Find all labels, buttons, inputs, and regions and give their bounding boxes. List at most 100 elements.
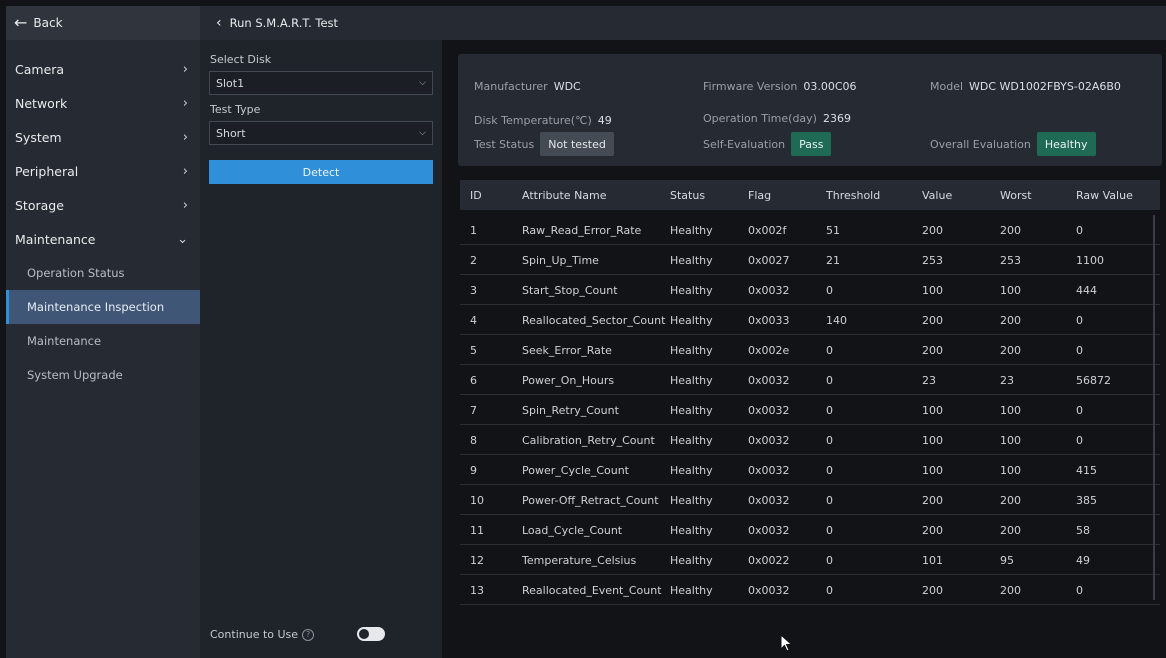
- cell-id: 10: [470, 493, 484, 507]
- sidebar-subitem-label: Maintenance Inspection: [27, 300, 165, 314]
- sidebar-subitem-maintenance-inspection[interactable]: Maintenance Inspection: [6, 290, 200, 324]
- table-row: 4 Reallocated_Sector_Count Healthy 0x0033 14…: [460, 305, 1160, 335]
- back-button[interactable]: ← Back: [6, 6, 200, 40]
- column-header-status: Status: [670, 188, 706, 202]
- cell-value: 100: [922, 463, 943, 477]
- cell-worst: 253: [1000, 253, 1021, 267]
- test-controls-panel: Select Disk Slot1 ⌵ Test Type Short ⌵ De…: [200, 40, 442, 658]
- cell-id: 2: [470, 253, 477, 267]
- cell-raw-value: 444: [1076, 283, 1097, 297]
- column-header-raw-value: Raw Value: [1076, 188, 1133, 202]
- smart-results-area: Manufacturer WDC Firmware Version 03.00C…: [442, 40, 1166, 658]
- cell-threshold: 0: [826, 373, 833, 387]
- cell-id: 6: [470, 373, 477, 387]
- test-type-dropdown[interactable]: Short ⌵: [209, 121, 433, 145]
- cell-threshold: 0: [826, 283, 833, 297]
- cell-worst: 200: [1000, 223, 1021, 237]
- cell-id: 9: [470, 463, 477, 477]
- sidebar-item-network[interactable]: Network ›: [6, 86, 200, 120]
- cell-status: Healthy: [670, 223, 713, 237]
- model-value: WDC WD1002FBYS-02A6B0: [969, 80, 1121, 93]
- model-key: Model: [930, 80, 964, 93]
- sidebar-subitem-operation-status[interactable]: Operation Status: [6, 256, 200, 290]
- toggle-knob: [359, 629, 369, 639]
- cell-raw-value: 58: [1076, 523, 1090, 537]
- cell-status: Healthy: [670, 343, 713, 357]
- chevron-right-icon: ›: [182, 163, 188, 179]
- chevron-right-icon: ›: [182, 61, 188, 77]
- cell-status: Healthy: [670, 253, 713, 267]
- cell-worst: 23: [1000, 373, 1014, 387]
- sidebar-subitem-system-upgrade[interactable]: System Upgrade: [6, 358, 200, 392]
- cell-status: Healthy: [670, 583, 713, 597]
- cell-raw-value: 0: [1076, 403, 1083, 417]
- column-header-attribute-name: Attribute Name: [522, 188, 607, 202]
- firmware-field: Firmware Version 03.00C06: [703, 80, 857, 93]
- cell-flag: 0x0032: [748, 373, 790, 387]
- sidebar-subitem-label: Maintenance: [27, 334, 102, 348]
- self-evaluation-field: Self-Evaluation Pass: [703, 132, 832, 156]
- cell-flag: 0x0032: [748, 523, 790, 537]
- chevron-left-icon[interactable]: ‹: [216, 15, 222, 31]
- sidebar-item-camera[interactable]: Camera ›: [6, 52, 200, 86]
- disk-temperature-key: Disk Temperature(℃): [474, 114, 592, 127]
- table-row: 8 Calibration_Retry_Count Healthy 0x0032 0 10…: [460, 425, 1160, 455]
- sidebar-item-maintenance[interactable]: Maintenance ⌄: [6, 222, 200, 256]
- cell-threshold: 0: [826, 463, 833, 477]
- overall-evaluation-field: Overall Evaluation Healthy: [930, 132, 1096, 156]
- sidebar-item-label: Camera: [15, 61, 65, 77]
- cell-raw-value: 1100: [1076, 253, 1104, 267]
- cell-status: Healthy: [670, 553, 713, 567]
- cell-flag: 0x002f: [748, 223, 787, 237]
- cell-status: Healthy: [670, 313, 713, 327]
- chevron-down-icon: ⌵: [419, 78, 426, 88]
- continue-to-use-label: Continue to Use: [210, 628, 299, 641]
- sidebar-subitem-maintenance[interactable]: Maintenance: [6, 324, 200, 358]
- overall-evaluation-key: Overall Evaluation: [930, 137, 1031, 151]
- cell-raw-value: 56872: [1076, 373, 1111, 387]
- firmware-value: 03.00C06: [803, 80, 857, 93]
- test-status-badge: Not tested: [540, 132, 614, 156]
- detect-button[interactable]: Detect: [209, 160, 433, 184]
- cell-threshold: 51: [826, 223, 840, 237]
- cell-status: Healthy: [670, 463, 713, 477]
- cell-threshold: 0: [826, 403, 833, 417]
- cell-id: 5: [470, 343, 477, 357]
- cell-attribute-name: Calibration_Retry_Count: [522, 433, 655, 447]
- cell-raw-value: 0: [1076, 433, 1083, 447]
- page-title: Run S.M.A.R.T. Test: [229, 16, 339, 30]
- column-header-flag: Flag: [748, 188, 772, 202]
- sidebar-item-storage[interactable]: Storage ›: [6, 188, 200, 222]
- sidebar-item-label: Maintenance: [15, 231, 96, 247]
- cell-worst: 100: [1000, 463, 1021, 477]
- table-row: 5 Seek_Error_Rate Healthy 0x002e 0 200 200 0: [460, 335, 1160, 365]
- continue-to-use-toggle[interactable]: [357, 627, 385, 641]
- cell-attribute-name: Power_Cycle_Count: [522, 463, 629, 477]
- cell-attribute-name: Temperature_Celsius: [522, 553, 637, 567]
- column-header-value: Value: [922, 188, 953, 202]
- cell-status: Healthy: [670, 493, 713, 507]
- cell-raw-value: 0: [1076, 313, 1083, 327]
- cell-attribute-name: Spin_Retry_Count: [522, 403, 619, 417]
- continue-to-use-row: Continue to Use ?: [210, 628, 315, 641]
- cell-raw-value: 0: [1076, 223, 1083, 237]
- sidebar-item-peripheral[interactable]: Peripheral ›: [6, 154, 200, 188]
- cell-attribute-name: Start_Stop_Count: [522, 283, 618, 297]
- sidebar-item-system[interactable]: System ›: [6, 120, 200, 154]
- cell-worst: 100: [1000, 403, 1021, 417]
- cell-threshold: 0: [826, 433, 833, 447]
- help-icon[interactable]: ?: [302, 628, 315, 641]
- cell-id: 11: [470, 523, 484, 537]
- table-scrollbar[interactable]: [1153, 215, 1155, 600]
- cell-flag: 0x0032: [748, 403, 790, 417]
- cell-threshold: 0: [826, 583, 833, 597]
- cell-attribute-name: Seek_Error_Rate: [522, 343, 612, 357]
- select-disk-dropdown[interactable]: Slot1 ⌵: [209, 71, 433, 95]
- manufacturer-field: Manufacturer WDC: [474, 80, 581, 93]
- sidebar-item-label: Peripheral: [15, 163, 79, 179]
- cell-worst: 200: [1000, 493, 1021, 507]
- cell-flag: 0x0032: [748, 493, 790, 507]
- firmware-key: Firmware Version: [703, 80, 798, 93]
- operation-time-value: 2369: [822, 112, 851, 125]
- operation-time-field: Operation Time(day) 2369: [703, 112, 851, 125]
